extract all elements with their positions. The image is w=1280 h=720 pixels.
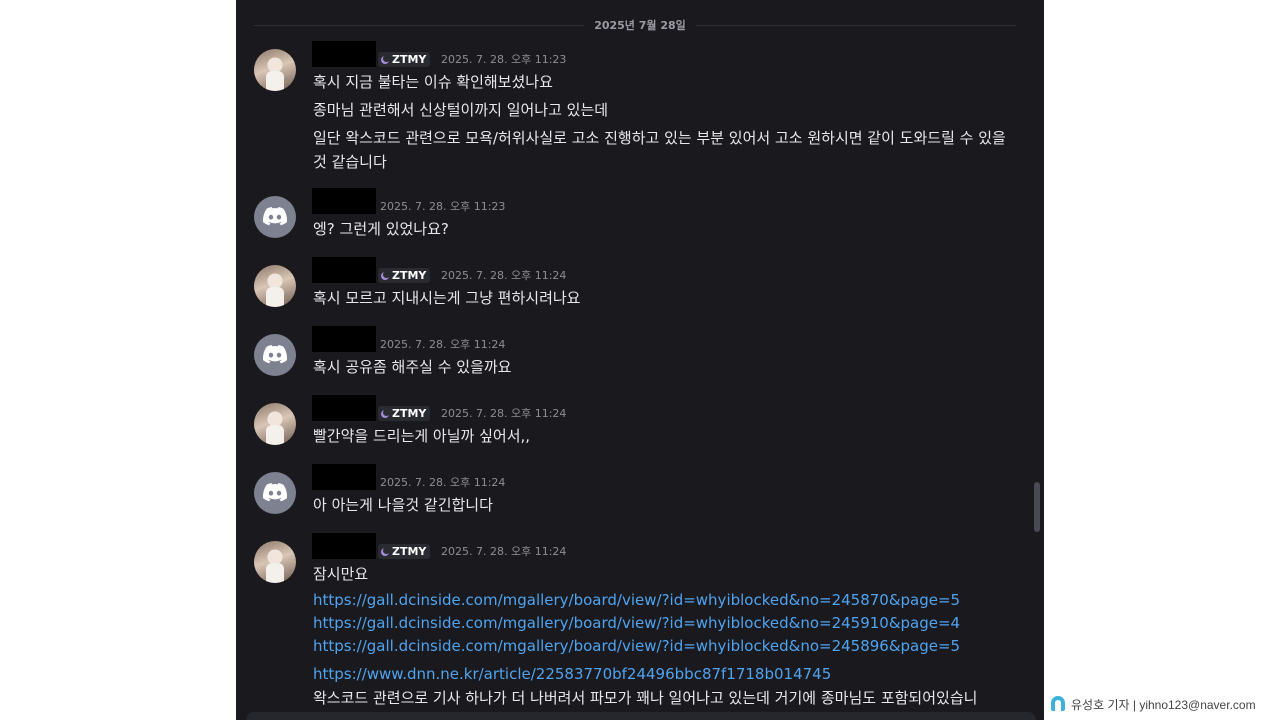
redacted-username	[312, 41, 376, 67]
redacted-username	[312, 533, 376, 559]
date-divider: 2025년 7월 28일	[584, 18, 696, 34]
photo-credit: 유성호 기자 | yihno123@naver.com	[1050, 695, 1256, 713]
message-link[interactable]: https://www.dnn.ne.kr/article/22583770bf…	[313, 663, 1008, 686]
message-text: 종마님 관련해서 신상털이까지 일어나고 있는데	[313, 101, 609, 119]
moon-icon	[381, 270, 390, 280]
role-badge[interactable]: ZTMY	[378, 52, 431, 67]
role-badge[interactable]: ZTMY	[378, 406, 431, 421]
timestamp: 2025. 7. 28. 오후 11:23	[380, 200, 506, 213]
discord-icon	[263, 345, 287, 364]
redacted-username	[312, 326, 376, 352]
message-text: 혹시 공유좀 해주실 수 있을까요	[313, 358, 512, 376]
discord-avatar[interactable]	[254, 196, 296, 238]
message-body: 잠시만요 https://gall.dcinside.com/mgallery/…	[313, 562, 1008, 714]
credit-text: 유성호 기자 | yihno123@naver.com	[1071, 697, 1256, 712]
redacted-username	[312, 188, 376, 214]
message-text: 왁스코드 관련으로 기사 하나가 더 나버려서 파모가 꽤나 일어나고 있는데 …	[313, 689, 978, 707]
scrollbar-thumb[interactable]	[1034, 482, 1040, 532]
timestamp: 2025. 7. 28. 오후 11:23	[441, 53, 567, 66]
moon-icon	[381, 546, 390, 556]
message-text: 일단 왁스코드 관련으로 모욕/허위사실로 고소 진행하고 있는 부분 있어서 …	[313, 129, 1006, 171]
redacted-username	[312, 257, 376, 283]
role-badge[interactable]: ZTMY	[378, 544, 431, 559]
redacted-username	[312, 395, 376, 421]
timestamp: 2025. 7. 28. 오후 11:24	[441, 545, 567, 558]
timestamp: 2025. 7. 28. 오후 11:24	[380, 338, 506, 351]
message-body: 엥? 그런게 있었나요?	[313, 217, 1008, 245]
discord-icon	[263, 207, 287, 226]
message-body: 혹시 공유좀 해주실 수 있을까요	[313, 355, 1008, 383]
message-input-edge[interactable]	[246, 712, 1036, 720]
discord-avatar[interactable]	[254, 472, 296, 514]
moon-icon	[381, 54, 390, 64]
user-avatar[interactable]	[254, 49, 296, 91]
message-text: 혹시 모르고 지내시는게 그냥 편하시려나요	[313, 289, 581, 307]
timestamp: 2025. 7. 28. 오후 11:24	[441, 407, 567, 420]
news-logo-icon	[1050, 695, 1066, 713]
message-body: 혹시 모르고 지내시는게 그냥 편하시려나요	[313, 286, 1008, 314]
timestamp: 2025. 7. 28. 오후 11:24	[380, 476, 506, 489]
message-body: 빨간약을 드리는게 아닐까 싶어서,,	[313, 424, 1008, 452]
chat-panel: 2025년 7월 28일 ZTMY 2025. 7. 28. 오후 11:23 …	[236, 0, 1044, 720]
message-body: 아 아는게 나을것 같긴합니다	[313, 493, 1008, 521]
discord-avatar[interactable]	[254, 334, 296, 376]
redacted-username	[312, 464, 376, 490]
message-link[interactable]: https://gall.dcinside.com/mgallery/board…	[313, 635, 1008, 658]
user-avatar[interactable]	[254, 265, 296, 307]
discord-icon	[263, 483, 287, 502]
message-link[interactable]: https://gall.dcinside.com/mgallery/board…	[313, 612, 1008, 635]
message-text: 엥? 그런게 있었나요?	[313, 220, 449, 238]
message-text: 혹시 지금 불타는 이슈 확인해보셨나요	[313, 73, 553, 91]
message-text: 잠시만요	[313, 565, 369, 583]
message-text: 빨간약을 드리는게 아닐까 싶어서,,	[313, 427, 531, 445]
message-link[interactable]: https://gall.dcinside.com/mgallery/board…	[313, 589, 1008, 612]
user-avatar[interactable]	[254, 541, 296, 583]
timestamp: 2025. 7. 28. 오후 11:24	[441, 269, 567, 282]
user-avatar[interactable]	[254, 403, 296, 445]
role-badge[interactable]: ZTMY	[378, 268, 431, 283]
message-body: 혹시 지금 불타는 이슈 확인해보셨나요 종마님 관련해서 신상털이까지 일어나…	[313, 70, 1008, 178]
moon-icon	[381, 408, 390, 418]
message-text: 아 아는게 나을것 같긴합니다	[313, 496, 493, 514]
